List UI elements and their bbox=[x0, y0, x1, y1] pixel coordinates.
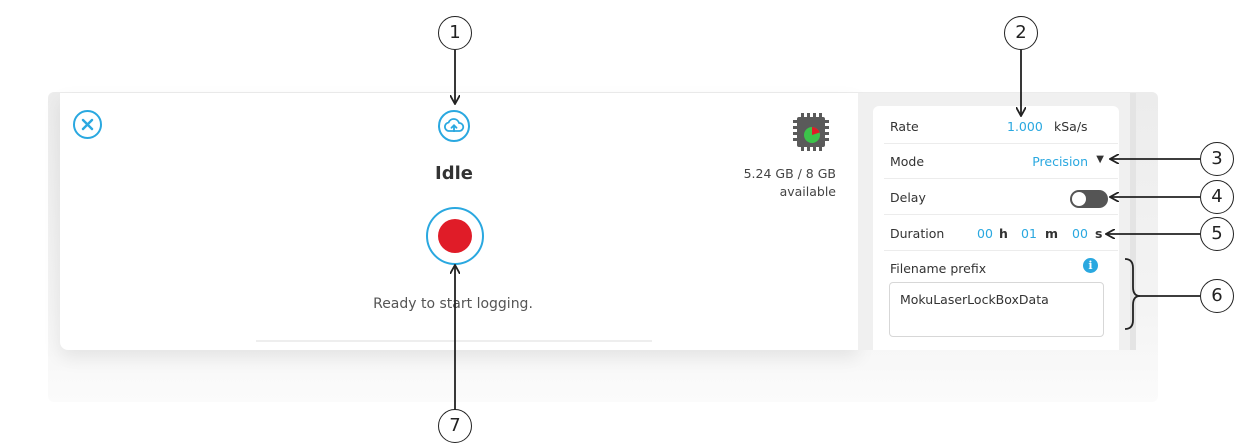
callout-1: 1 bbox=[438, 16, 472, 50]
callout-4: 4 bbox=[1200, 180, 1234, 214]
callout-2: 2 bbox=[1004, 16, 1038, 50]
annotation-arrows bbox=[0, 50, 1200, 412]
callout-6: 6 bbox=[1200, 279, 1234, 313]
callout-3: 3 bbox=[1200, 142, 1234, 176]
callout-7: 7 bbox=[438, 409, 472, 443]
callout-5: 5 bbox=[1200, 217, 1234, 251]
